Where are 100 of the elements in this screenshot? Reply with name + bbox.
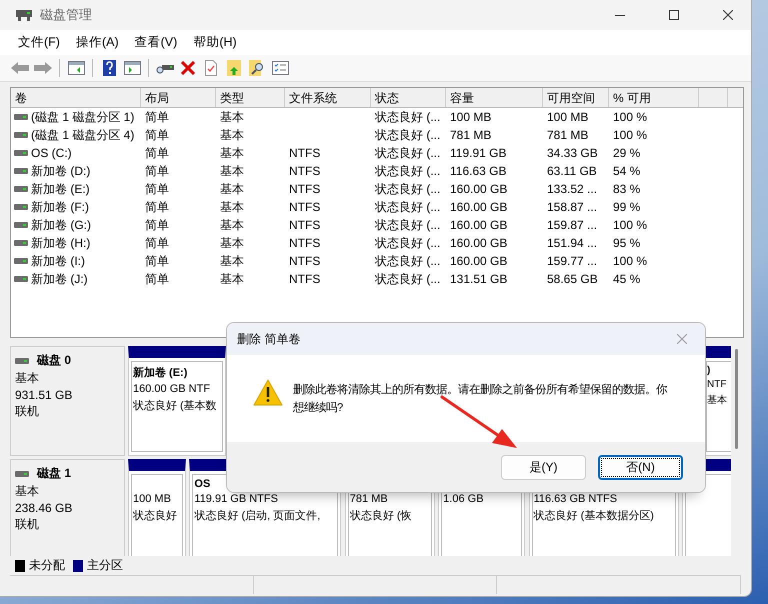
menu-item[interactable]: 查看(V)	[126, 34, 186, 51]
table-cell: 状态良好 (...	[375, 164, 440, 178]
table-cell: 160.00 GB	[450, 218, 508, 232]
column-header[interactable]: 容量	[446, 88, 543, 107]
table-cell: 160.00 GB	[450, 254, 508, 268]
partition-size: 160.00 GB NTF	[133, 383, 212, 395]
column-header[interactable]: 布局	[141, 88, 216, 107]
table-cell: 29 %	[613, 146, 640, 160]
table-cell: NTFS	[289, 146, 320, 160]
table-cell: 119.91 GB	[450, 146, 506, 160]
table-cell: 状态良好 (...	[375, 182, 440, 196]
table-cell: 781 MB	[450, 128, 492, 142]
table-cell: NTFS	[289, 182, 320, 196]
partition-status: 状态良好 (恢	[350, 508, 413, 523]
volume-name: 新加卷 (I:)	[31, 252, 85, 270]
table-cell: 状态良好 (...	[375, 272, 440, 286]
disk-type: 基本	[15, 370, 40, 387]
table-cell: 基本	[220, 128, 244, 142]
partition-size: 100 MB	[133, 493, 172, 505]
table-cell: NTFS	[289, 272, 320, 286]
legend-label: 未分配	[29, 557, 65, 574]
volume-name: 新加卷 (H:)	[31, 234, 90, 252]
column-header[interactable]: 状态	[371, 88, 446, 107]
table-cell: 45 %	[613, 272, 640, 286]
disk-size: 931.51 GB	[15, 388, 74, 402]
table-cell: 131.51 GB	[450, 272, 508, 286]
table-cell: 100 %	[613, 128, 648, 142]
table-cell: 简单	[145, 272, 169, 286]
menu-item[interactable]: 操作(A)	[68, 34, 127, 51]
partition-name: 新加卷 (E:)	[133, 366, 188, 380]
table-cell: 简单	[145, 146, 169, 160]
table-cell: 简单	[145, 200, 169, 214]
table-cell: 简单	[145, 182, 169, 196]
volume-name: 新加卷 (D:)	[31, 162, 90, 180]
table-cell: 34.33 GB	[547, 146, 598, 160]
table-cell: 83 %	[613, 182, 640, 196]
partition-status: 状态良好 (基本数据分区)	[534, 508, 655, 523]
partition-block[interactable]: ) NTF 基本	[705, 346, 731, 456]
table-cell: 160.00 GB	[450, 182, 508, 196]
table-cell: 160.00 GB	[450, 236, 508, 250]
dialog-message: 删除此卷将清除其上的所有数据。请在删除之前备份所有希望保留的数据。你想继续吗?	[293, 382, 668, 416]
table-cell: NTFS	[289, 200, 320, 214]
volume-name: 新加卷 (J:)	[31, 270, 88, 288]
table-cell: 基本	[220, 218, 244, 232]
table-cell: 简单	[145, 236, 169, 250]
volume-name: 新加卷 (E:)	[31, 180, 90, 198]
disk-status: 联机	[15, 403, 40, 420]
disk-name: 磁盘 1	[37, 465, 72, 482]
volume-name: (磁盘 1 磁盘分区 4)	[31, 126, 134, 144]
table-cell: 简单	[145, 128, 169, 142]
table-cell: 简单	[145, 254, 169, 268]
disk-type: 基本	[15, 483, 40, 500]
disk-size: 238.46 GB	[15, 501, 74, 515]
partition-size: NTF	[707, 379, 728, 390]
table-cell: 状态良好 (...	[375, 200, 440, 214]
column-header[interactable]: % 可用	[609, 88, 699, 107]
table-cell: 状态良好 (...	[375, 146, 440, 160]
table-cell: 基本	[220, 164, 244, 178]
table-cell: 基本	[220, 182, 244, 196]
dialog-button[interactable]: 否(N)	[598, 454, 683, 480]
partition-size: 116.63 GB NTFS	[534, 493, 618, 505]
disk-status: 联机	[15, 516, 40, 533]
window-title: 磁盘管理	[40, 6, 93, 24]
table-cell: 状态良好 (...	[375, 218, 440, 232]
table-cell: 781 MB	[547, 128, 588, 142]
table-cell: 116.63 GB	[450, 164, 506, 178]
partition-size: 781 MB	[350, 493, 389, 505]
table-cell: 简单	[145, 164, 169, 178]
table-cell: 159.77 ...	[547, 254, 598, 268]
partition-status: 基本	[707, 394, 728, 407]
table-cell: 99 %	[613, 200, 640, 214]
table-cell: 状态良好 (...	[375, 110, 440, 124]
table-cell: 100 %	[613, 218, 648, 232]
table-cell: 58.65 GB	[547, 272, 598, 286]
table-cell: 简单	[145, 110, 169, 124]
table-cell: 基本	[220, 272, 244, 286]
table-cell: 状态良好 (...	[375, 254, 440, 268]
table-cell: NTFS	[289, 164, 320, 178]
column-header[interactable]: 可用空间	[543, 88, 609, 107]
column-header[interactable]: 文件系统	[285, 88, 371, 107]
table-cell: 54 %	[613, 164, 640, 178]
menu-item[interactable]: 帮助(H)	[185, 34, 245, 51]
partition-status: 状态良好 (启动, 页面文件,	[194, 508, 322, 523]
table-cell: 95 %	[613, 236, 640, 250]
partition-block[interactable]: 新加卷 (E:) 160.00 GB NTF 状态良好 (基本数	[128, 346, 226, 456]
column-header[interactable]: 类型	[216, 88, 285, 107]
table-cell: 158.87 ...	[547, 200, 598, 214]
disk-name: 磁盘 0	[37, 352, 72, 369]
partition-status: 状态良好	[133, 508, 178, 523]
column-header[interactable]: 卷	[11, 88, 141, 107]
menu-item[interactable]: 文件(F)	[10, 34, 68, 51]
partition-block[interactable]: 100 MB 状态良好	[128, 459, 186, 556]
dialog-button[interactable]: 是(Y)	[501, 454, 586, 480]
partition-name: OS	[194, 478, 212, 490]
table-cell: 基本	[220, 236, 244, 250]
table-cell: 状态良好 (...	[375, 128, 440, 142]
volume-name: (磁盘 1 磁盘分区 1)	[31, 108, 134, 126]
table-cell: 状态良好 (...	[375, 236, 440, 250]
table-cell: 基本	[220, 254, 244, 268]
table-cell: 简单	[145, 218, 169, 232]
